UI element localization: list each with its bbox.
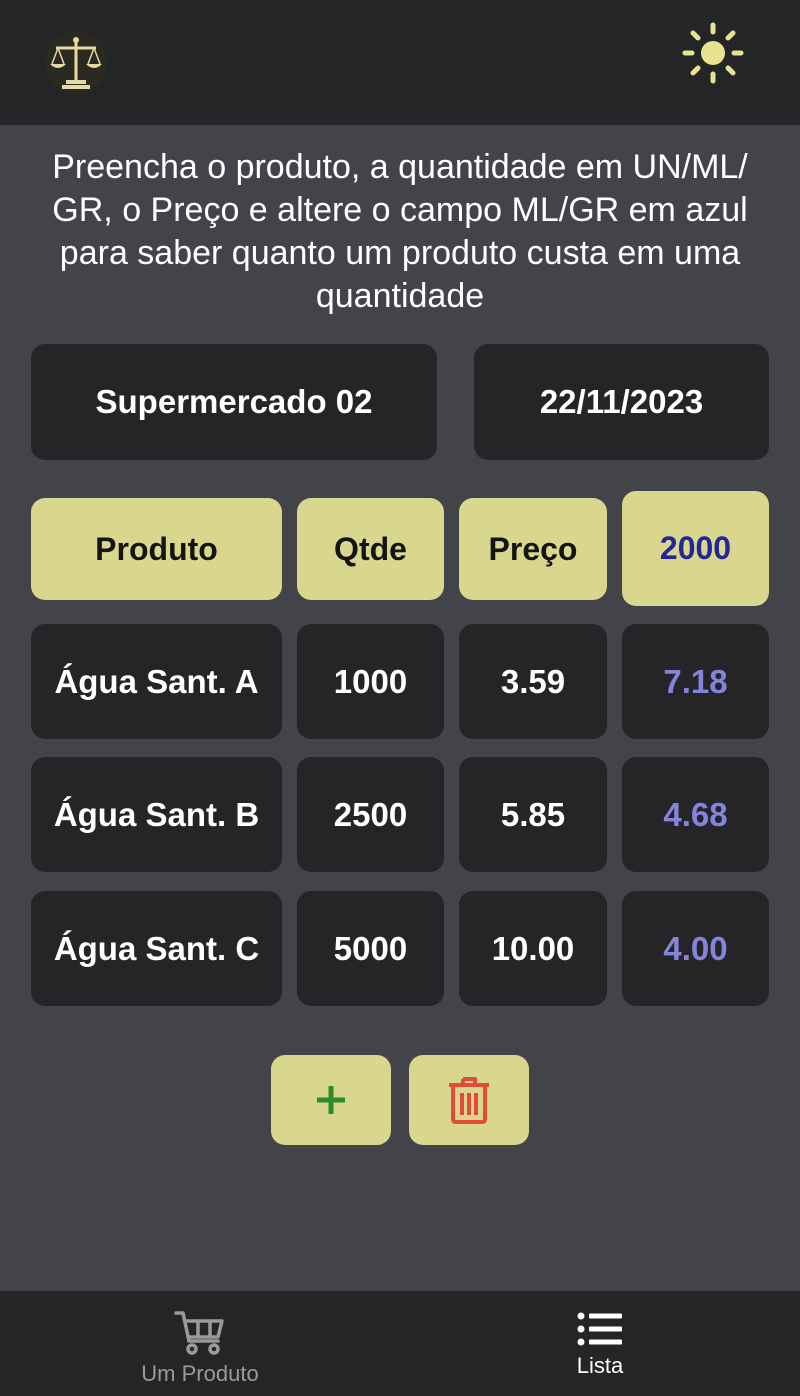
add-row-button[interactable] — [271, 1055, 391, 1145]
date-field[interactable]: 22/11/2023 — [474, 344, 769, 460]
reference-quantity-input[interactable] — [622, 529, 769, 568]
nav-item-lista[interactable]: Lista — [450, 1291, 750, 1396]
top-app-bar — [0, 0, 800, 125]
row-3-price[interactable]: 10.00 — [459, 891, 607, 1006]
cart-icon — [174, 1311, 224, 1355]
row-1-product[interactable]: Água Sant. A — [31, 624, 282, 739]
instructions-text: Preencha o produto, a quantidade em UN/M… — [52, 148, 748, 315]
row-3-quantity[interactable]: 5000 — [297, 891, 444, 1006]
header-quantity: Qtde — [297, 498, 444, 600]
scales-of-justice-icon — [45, 31, 107, 93]
row-1-result: 7.18 — [622, 624, 769, 739]
row-1-price[interactable]: 3.59 — [459, 624, 607, 739]
store-name-field[interactable]: Supermercado 02 — [31, 344, 437, 460]
row-2-price[interactable]: 5.85 — [459, 757, 607, 872]
plus-icon — [317, 1086, 345, 1114]
list-icon — [577, 1312, 622, 1346]
sun-icon[interactable] — [682, 22, 744, 84]
header-price: Preço — [459, 498, 607, 600]
row-1-quantity[interactable]: 1000 — [297, 624, 444, 739]
row-2-product[interactable]: Água Sant. B — [31, 757, 282, 872]
reference-quantity-box — [622, 491, 769, 606]
nav-label-um-produto: Um Produto — [141, 1361, 259, 1386]
row-3-product[interactable]: Água Sant. C — [31, 891, 282, 1006]
delete-row-button[interactable] — [409, 1055, 529, 1145]
row-2-quantity[interactable]: 2500 — [297, 757, 444, 872]
header-product: Produto — [31, 498, 282, 600]
row-3-result: 4.00 — [622, 891, 769, 1006]
trash-icon — [449, 1077, 489, 1124]
nav-label-lista: Lista — [576, 1353, 624, 1378]
bottom-navigation: Um Produto Lista — [0, 1291, 800, 1396]
nav-item-um-produto[interactable]: Um Produto — [50, 1291, 350, 1396]
row-2-result: 4.68 — [622, 757, 769, 872]
